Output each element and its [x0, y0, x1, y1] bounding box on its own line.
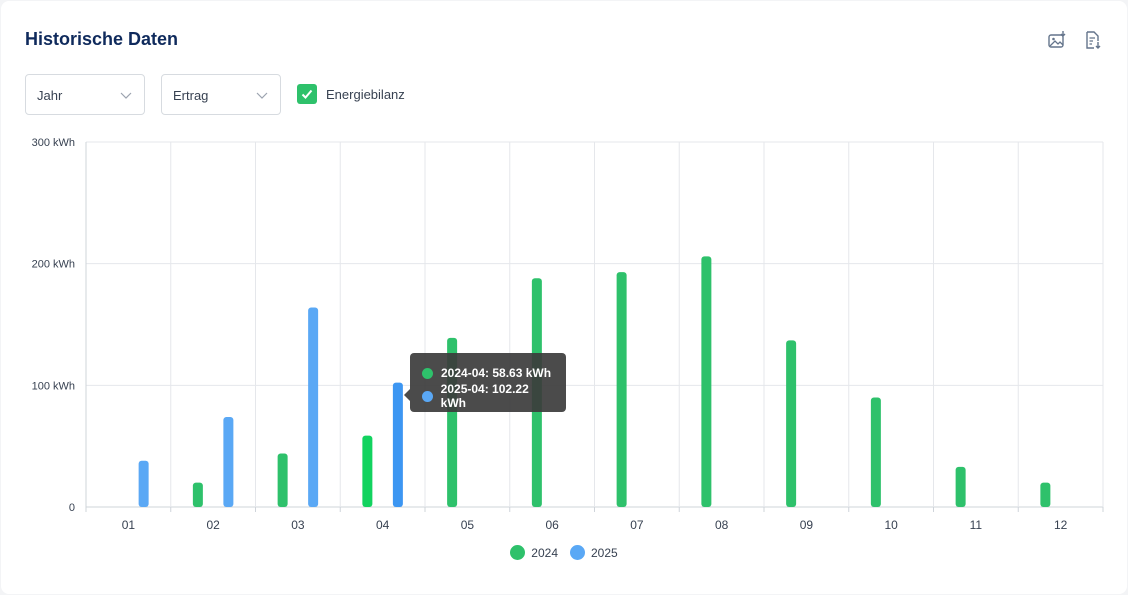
bar-2025-01: [138, 460, 149, 507]
x-tick-label: 04: [376, 518, 390, 532]
legend-label-2025: 2025: [591, 545, 618, 560]
legend-label-2024: 2024: [531, 545, 558, 560]
bar-chart: 0 100 kWh 200 kWh 300 kWh 01 02 03 04 05 06 07 08 09…: [32, 137, 1104, 532]
x-tick-label: 06: [545, 518, 559, 532]
tooltip-row-2025: 2025-04: 102.22 kWh: [440, 382, 529, 410]
bar-2025-02: [223, 416, 234, 507]
legend-item-2024[interactable]: 2024: [510, 545, 558, 560]
bar-2024-07: [616, 272, 627, 507]
bar-2025-04: [392, 382, 403, 507]
tooltip-dot-2025: [422, 390, 433, 402]
bar-2024-09: [786, 340, 797, 507]
bar-2024-10: [870, 397, 881, 507]
legend-dot-2024: [510, 545, 526, 560]
x-tick-label: 09: [800, 518, 814, 532]
bar-2024-04: [362, 435, 373, 507]
y-tick-label: 100 kWh: [32, 380, 75, 392]
bar-2024-11: [955, 466, 966, 507]
y-tick-label: 200 kWh: [32, 259, 75, 271]
x-tick-label: 03: [291, 518, 305, 532]
x-tick-label: 05: [461, 518, 475, 532]
x-tick-label: 12: [1054, 518, 1068, 532]
bar-2024-03: [277, 453, 288, 507]
y-tick-label: 300 kWh: [32, 137, 75, 149]
bar-2024-02: [192, 482, 203, 507]
y-tick-label: 0: [69, 502, 75, 514]
x-tick-label: 11: [970, 518, 983, 532]
bar-2024-12: [1040, 482, 1051, 507]
x-tick-label: 08: [715, 518, 729, 532]
x-tick-label: 07: [630, 518, 644, 532]
x-tick-label: 02: [206, 518, 220, 532]
legend-item-2025[interactable]: 2025: [570, 545, 618, 560]
bar-2024-08: [701, 256, 712, 507]
chart-legend: 2024 2025: [0, 545, 1128, 560]
bar-2025-03: [308, 307, 319, 507]
x-tick-label: 01: [122, 518, 136, 532]
tooltip-row-2024: 2024-04: 58.63 kWh: [441, 366, 552, 380]
chart-tooltip: 2024-04: 58.63 kWh 2025-04: 102.22 kWh: [404, 353, 566, 412]
x-tick-label: 10: [884, 518, 898, 532]
legend-dot-2025: [570, 545, 585, 560]
tooltip-dot-2024: [422, 367, 433, 379]
